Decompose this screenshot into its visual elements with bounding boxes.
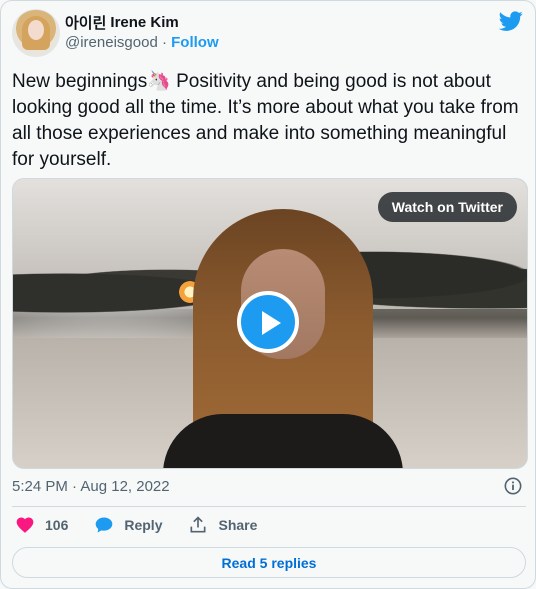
watch-on-twitter-button[interactable]: Watch on Twitter — [377, 192, 517, 222]
tweet-card: 아이린 Irene Kim @ireneisgood · Follow New … — [0, 0, 536, 589]
author-name-row[interactable]: 아이린 Irene Kim — [65, 12, 179, 33]
share-label: Share — [218, 517, 258, 533]
reply-bubble-icon — [96, 517, 113, 533]
actions-bar: 106 Reply Share — [15, 515, 283, 535]
follow-button[interactable]: Follow — [171, 34, 219, 51]
share-action[interactable]: Share — [188, 515, 257, 535]
avatar-face — [28, 20, 44, 40]
handle-separator: · — [157, 34, 172, 51]
video-player[interactable]: Watch on Twitter — [12, 178, 528, 469]
play-button[interactable] — [237, 291, 299, 353]
avatar[interactable] — [12, 9, 60, 57]
reply-action[interactable]: Reply — [94, 515, 162, 535]
like-action[interactable]: 106 — [15, 515, 68, 535]
author-handle-row: @ireneisgood · Follow — [65, 34, 219, 51]
video-person-shirt — [163, 414, 403, 468]
reply-label: Reply — [124, 517, 163, 533]
info-icon[interactable] — [504, 477, 522, 495]
author-handle[interactable]: @ireneisgood — [65, 34, 158, 51]
share-icon — [190, 516, 206, 533]
twitter-bird-icon[interactable] — [499, 9, 523, 33]
play-icon — [262, 311, 281, 335]
read-replies-button[interactable]: Read 5 replies — [12, 547, 526, 578]
author-korean-name: 아이린 — [65, 15, 107, 32]
tweet-text: New beginnings🦄 Positivity and being goo… — [12, 71, 519, 170]
divider — [12, 506, 526, 507]
author-name: Irene Kim — [110, 14, 179, 31]
like-count: 106 — [45, 517, 69, 533]
timestamp[interactable]: 5:24 PM · Aug 12, 2022 — [12, 478, 170, 495]
heart-icon — [16, 517, 34, 533]
